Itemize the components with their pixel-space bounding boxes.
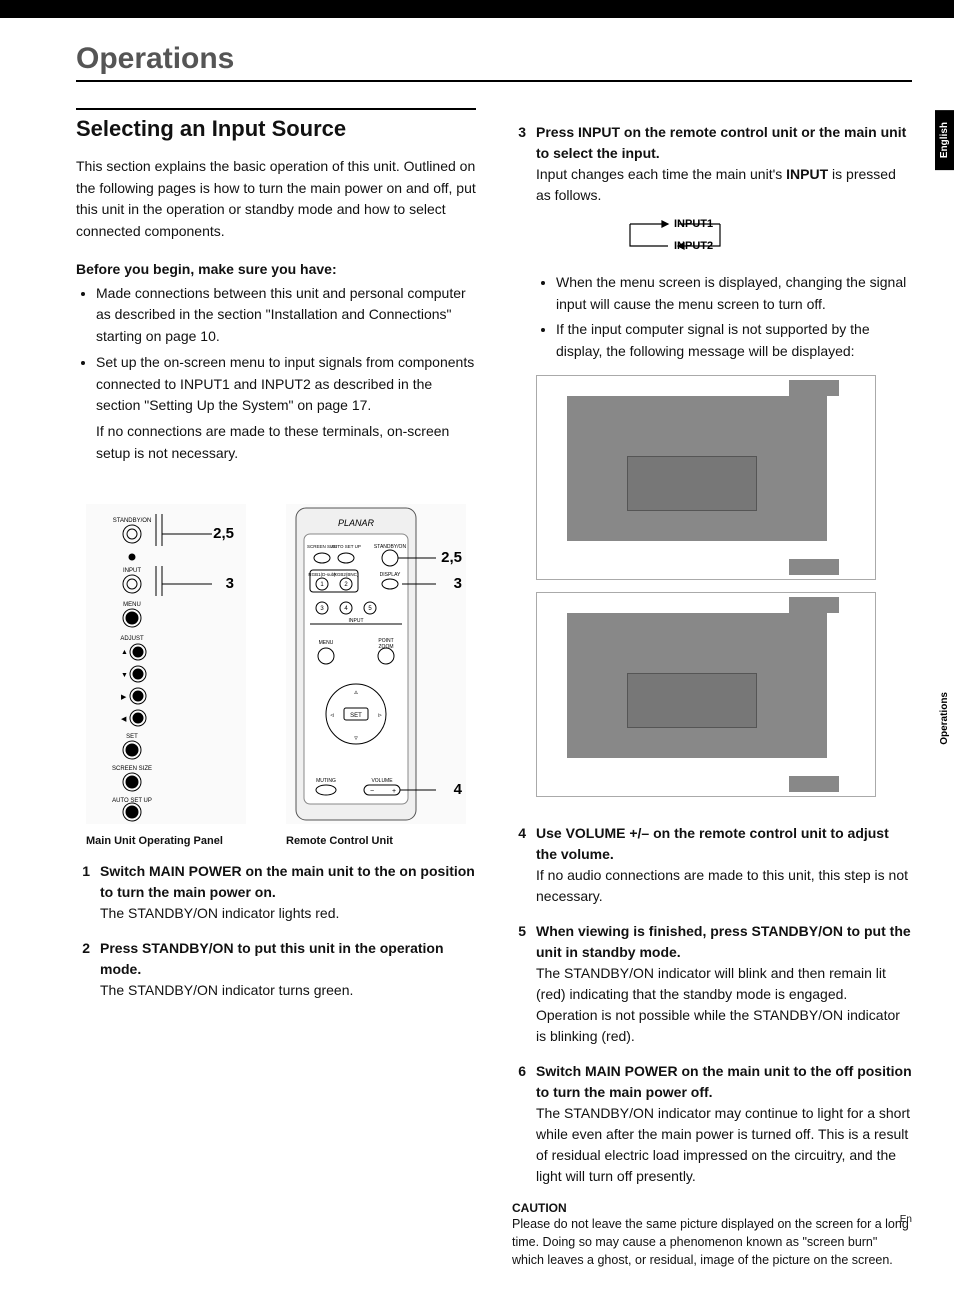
svg-text:DISPLAY: DISPLAY <box>380 572 401 578</box>
step-lead: Use VOLUME +/– on the remote control uni… <box>536 825 889 862</box>
section-tab: Operations <box>935 680 954 757</box>
remote-callout-a: 2,5 <box>441 549 462 566</box>
svg-text:◃: ◃ <box>330 712 334 719</box>
svg-text:SCREEN SIZE: SCREEN SIZE <box>112 766 152 772</box>
intro-paragraph: This section explains the basic operatio… <box>76 156 476 243</box>
svg-text:MENU: MENU <box>319 640 334 646</box>
illustration-row: STANDBY/ON INPUT MENU ADJUST <box>76 504 476 847</box>
step-2: 2 Press STANDBY/ON to put this unit in th… <box>76 938 476 1001</box>
language-tab: English <box>935 110 954 170</box>
step-lead: Press INPUT on the remote control unit o… <box>536 124 906 161</box>
svg-text:ADJUST: ADJUST <box>120 636 144 642</box>
svg-text:▵: ▵ <box>354 689 358 696</box>
svg-text:◀: ◀ <box>121 716 127 723</box>
remote-callout-c: 4 <box>454 781 463 798</box>
svg-text:▶: ▶ <box>121 694 127 701</box>
svg-text:RGB1(D-sub): RGB1(D-sub) <box>308 572 336 577</box>
svg-text:▲: ▲ <box>121 649 128 656</box>
step-lead: Press STANDBY/ON to put this unit in the… <box>100 940 444 977</box>
before-bullet-1: Made connections between this unit and p… <box>96 283 476 348</box>
step-follow: Input changes each time the main unit's … <box>536 166 896 203</box>
error-screen-2 <box>536 592 876 797</box>
step-number: 2 <box>76 938 90 1001</box>
step-4: 4 Use VOLUME +/– on the remote control un… <box>512 823 912 907</box>
top-black-bar <box>0 0 954 18</box>
svg-text:▼: ▼ <box>121 672 128 679</box>
svg-text:−: − <box>370 788 374 795</box>
section-heading: Selecting an Input Source <box>76 116 476 142</box>
panel-illustration-col: STANDBY/ON INPUT MENU ADJUST <box>86 504 246 847</box>
step-body: When viewing is finished, press STANDBY/… <box>536 921 912 1047</box>
page-content: Operations Selecting an Input Source Thi… <box>0 18 954 1289</box>
step-lead: When viewing is finished, press STANDBY/… <box>536 923 911 960</box>
remote-illustration-col: PLANAR STANDBY/ON SCREEN SIZE AUTO SET U… <box>286 504 466 847</box>
step3-follow-bold: INPUT <box>786 166 828 182</box>
svg-text:MUTING: MUTING <box>316 778 336 784</box>
step-6: 6 Switch MAIN POWER on the main unit to t… <box>512 1061 912 1187</box>
svg-text:INPUT: INPUT <box>349 618 364 624</box>
step-1: 1 Switch MAIN POWER on the main unit to t… <box>76 861 476 924</box>
svg-text:INPUT: INPUT <box>123 568 141 574</box>
step3-note-1: When the menu screen is displayed, chang… <box>556 272 912 315</box>
error-screen-1 <box>536 375 876 580</box>
step-body: Press INPUT on the remote control unit o… <box>536 122 912 809</box>
svg-text:STANDBY/ON: STANDBY/ON <box>113 518 152 524</box>
svg-text:SET: SET <box>126 734 138 740</box>
step-follow: The STANDBY/ON indicator may continue to… <box>536 1105 910 1184</box>
panel-callout-b: 3 <box>226 575 234 592</box>
flow-input1: INPUT1 <box>674 218 713 230</box>
flow-input2: INPUT2 <box>674 240 713 252</box>
step3-follow-pre: Input changes each time the main unit's <box>536 166 786 182</box>
before-heading: Before you begin, make sure you have: <box>76 261 476 277</box>
panel-callout-a: 2,5 <box>213 525 234 542</box>
right-column: 3 Press INPUT on the remote control unit… <box>512 108 912 1269</box>
before-bullet-2-followup: If no connections are made to these term… <box>96 421 476 464</box>
svg-text:▿: ▿ <box>354 735 358 742</box>
svg-text:▹: ▹ <box>378 712 382 719</box>
step-number: 6 <box>512 1061 526 1187</box>
svg-text:AUTO SET UP: AUTO SET UP <box>331 544 361 549</box>
step3-notes: When the menu screen is displayed, chang… <box>536 272 912 363</box>
caution-heading: CAUTION <box>512 1201 912 1215</box>
step-follow: The STANDBY/ON indicator turns green. <box>100 982 353 998</box>
remote-callout-b: 3 <box>454 575 462 592</box>
step-follow: The STANDBY/ON indicator will blink and … <box>536 965 900 1044</box>
step-follow: The STANDBY/ON indicator lights red. <box>100 905 339 921</box>
panel-caption: Main Unit Operating Panel <box>86 835 246 847</box>
step-number: 5 <box>512 921 526 1047</box>
step-body: Switch MAIN POWER on the main unit to th… <box>536 1061 912 1187</box>
svg-text:ZOOM: ZOOM <box>379 644 394 650</box>
step-lead: Switch MAIN POWER on the main unit to th… <box>536 1063 912 1100</box>
step-number: 4 <box>512 823 526 907</box>
before-bullet-2: Set up the on-screen menu to input signa… <box>96 352 476 417</box>
svg-text:SET: SET <box>350 713 362 719</box>
error-screens <box>536 375 912 797</box>
svg-text:+: + <box>392 788 396 795</box>
left-column: Selecting an Input Source This section e… <box>76 108 476 1269</box>
before-bullets: Made connections between this unit and p… <box>76 283 476 417</box>
svg-text:MENU: MENU <box>123 602 141 608</box>
step3-note-2: If the input computer signal is not supp… <box>556 319 912 362</box>
input-flow-diagram: INPUT1 INPUT2 <box>616 216 912 262</box>
step-follow: If no audio connections are made to this… <box>536 867 908 904</box>
step-number: 1 <box>76 861 90 924</box>
step-5: 5 When viewing is finished, press STANDBY… <box>512 921 912 1047</box>
svg-text:RGB2(BNC): RGB2(BNC) <box>334 572 359 577</box>
step-body: Use VOLUME +/– on the remote control uni… <box>536 823 912 907</box>
svg-text:VOLUME: VOLUME <box>371 778 393 784</box>
svg-text:PLANAR: PLANAR <box>338 518 375 528</box>
caution-body: Please do not leave the same picture dis… <box>512 1215 912 1269</box>
remote-control-illustration: PLANAR STANDBY/ON SCREEN SIZE AUTO SET U… <box>286 504 466 824</box>
page-footer-lang: En <box>900 1214 912 1225</box>
step-lead: Switch MAIN POWER on the main unit to th… <box>100 863 475 900</box>
step-body: Switch MAIN POWER on the main unit to th… <box>100 861 476 924</box>
step-number: 3 <box>512 122 526 809</box>
section-rule <box>76 108 476 110</box>
main-unit-panel-illustration: STANDBY/ON INPUT MENU ADJUST <box>86 504 246 824</box>
step-body: Press STANDBY/ON to put this unit in the… <box>100 938 476 1001</box>
svg-text:STANDBY/ON: STANDBY/ON <box>374 544 407 550</box>
remote-caption: Remote Control Unit <box>286 835 446 847</box>
step-3: 3 Press INPUT on the remote control unit… <box>512 122 912 809</box>
page-title: Operations <box>76 42 912 82</box>
